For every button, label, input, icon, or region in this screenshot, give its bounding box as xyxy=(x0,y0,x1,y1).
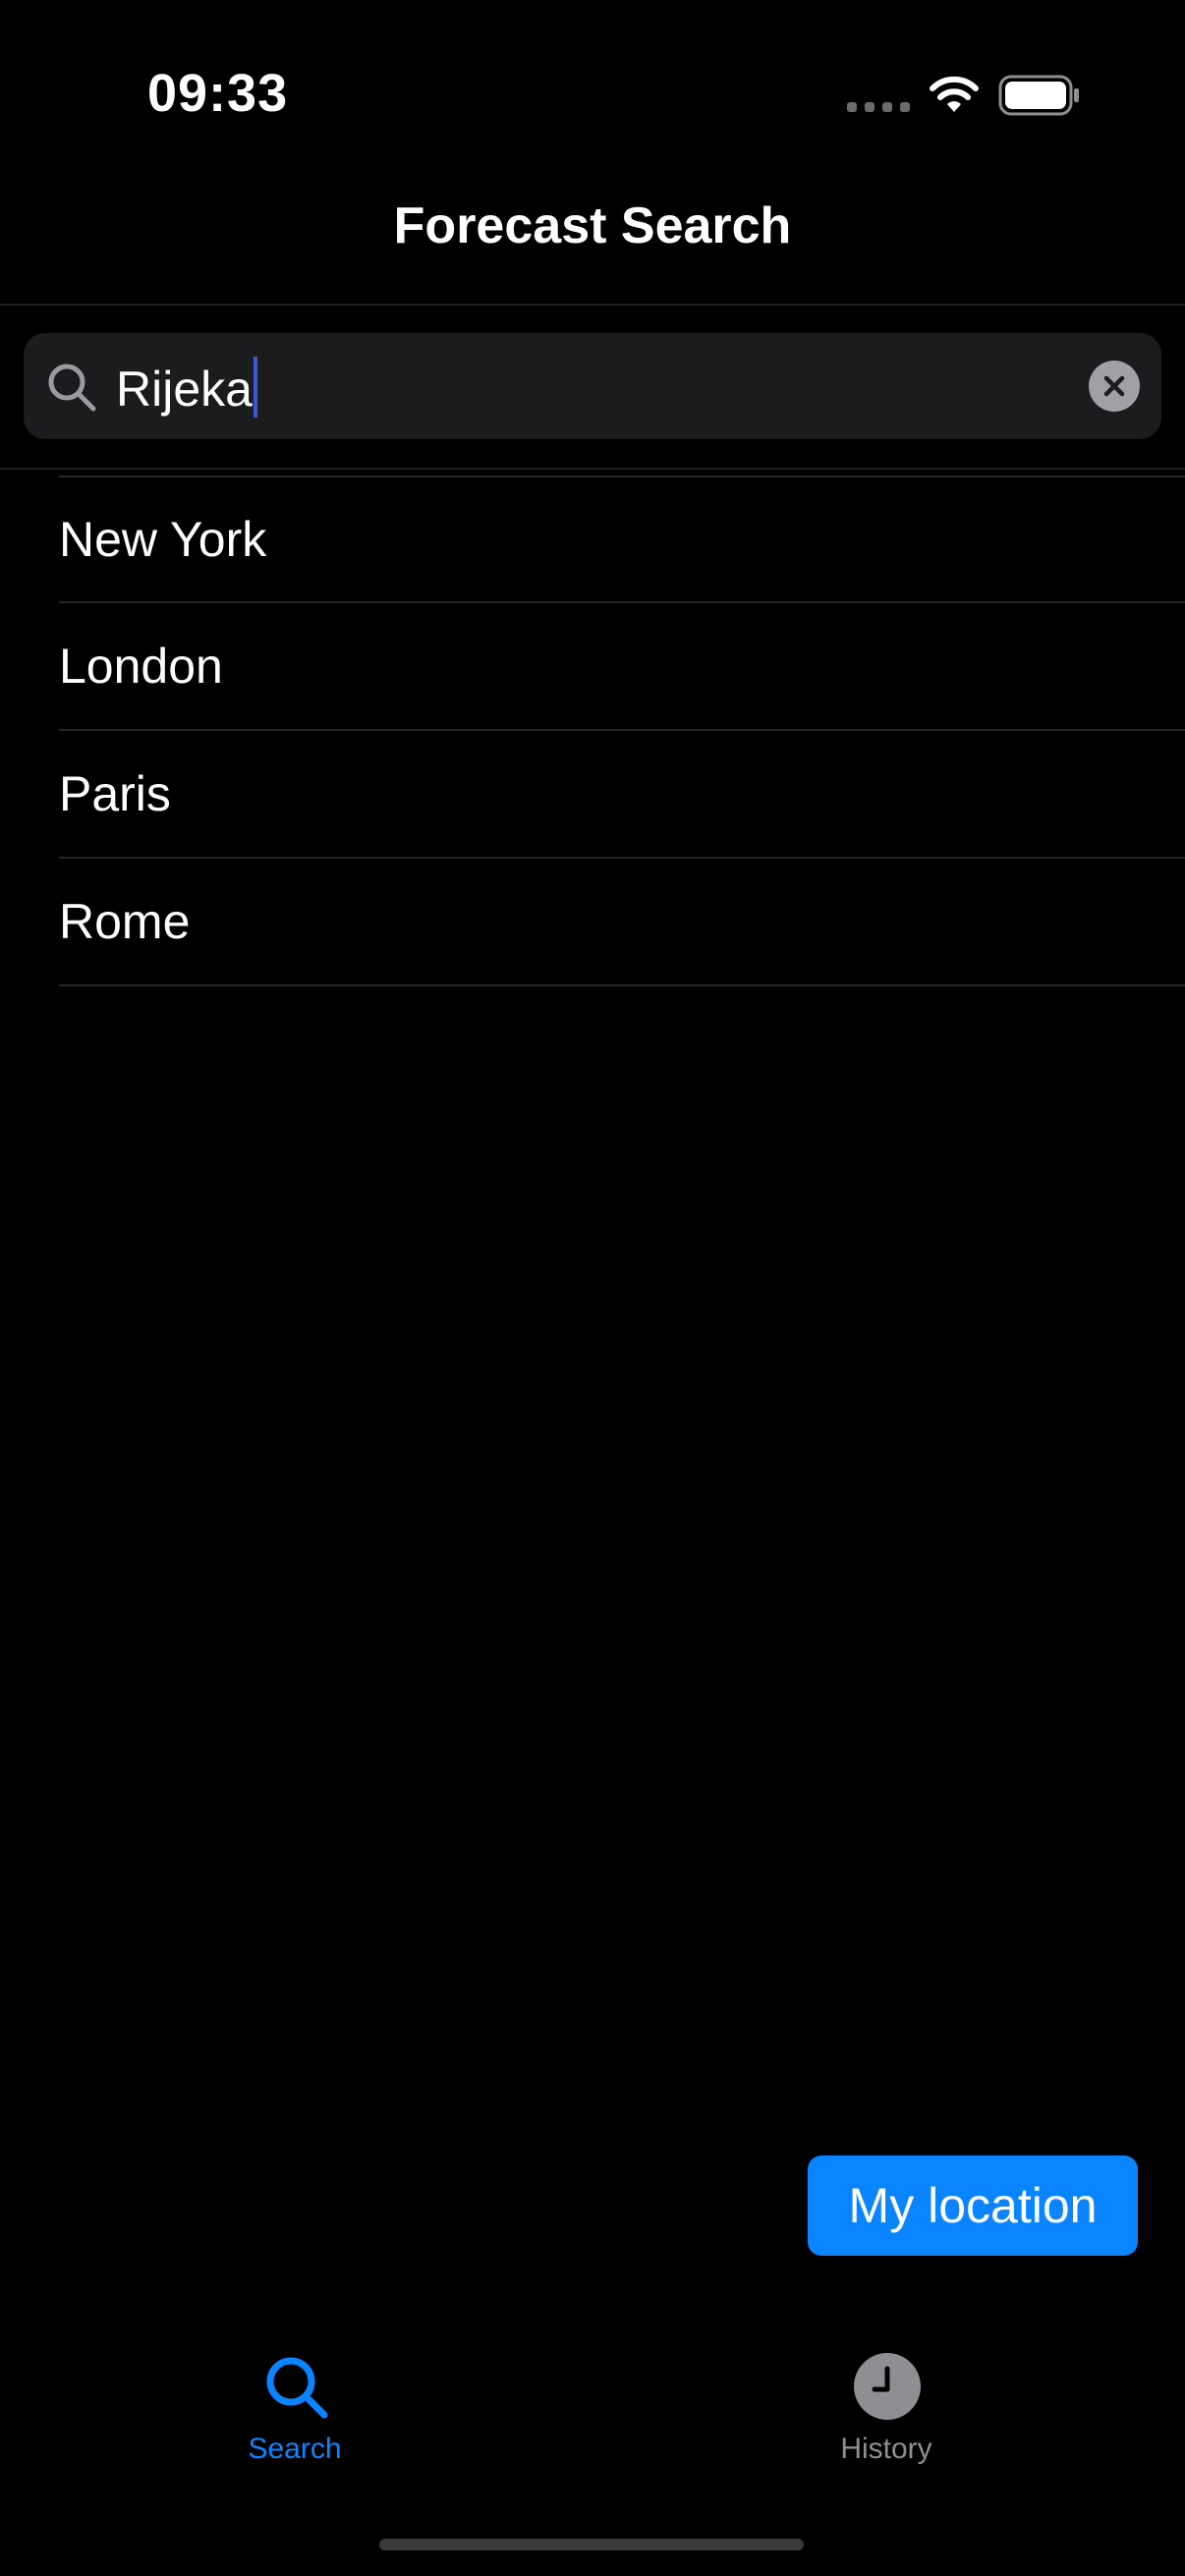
city-item-paris[interactable]: Paris xyxy=(59,731,1185,859)
city-item-new-york[interactable]: New York xyxy=(59,476,1185,603)
search-field[interactable]: Rijeka xyxy=(24,333,1161,439)
clock-icon xyxy=(854,2353,921,2420)
city-list: New York London Paris Rome xyxy=(59,476,1185,986)
city-item-london[interactable]: London xyxy=(59,603,1185,731)
text-cursor xyxy=(253,357,257,418)
search-icon xyxy=(266,2357,328,2419)
clear-icon[interactable] xyxy=(1089,361,1140,412)
status-time: 09:33 xyxy=(147,64,289,123)
page-title: Forecast Search xyxy=(393,197,792,254)
nav-divider xyxy=(0,304,1185,306)
battery-icon xyxy=(998,75,1079,116)
tab-search[interactable]: Search xyxy=(147,2352,442,2499)
my-location-button[interactable]: My location xyxy=(808,2156,1138,2256)
tab-history-label: History xyxy=(840,2433,932,2465)
tab-search-label: Search xyxy=(248,2433,342,2465)
tab-history[interactable]: History xyxy=(739,2352,1034,2499)
search-input-text: Rijeka xyxy=(116,362,253,417)
wifi-icon xyxy=(930,76,979,112)
home-indicator xyxy=(379,2539,804,2550)
city-item-rome[interactable]: Rome xyxy=(59,859,1185,986)
status-bar: 09:33 xyxy=(0,0,1185,187)
tab-bar: Search History xyxy=(0,2319,1185,2576)
search-input[interactable]: Rijeka xyxy=(116,357,257,419)
search-divider xyxy=(0,468,1185,470)
x-icon xyxy=(1103,375,1125,397)
signal-icon xyxy=(847,102,910,112)
search-icon xyxy=(48,364,96,412)
